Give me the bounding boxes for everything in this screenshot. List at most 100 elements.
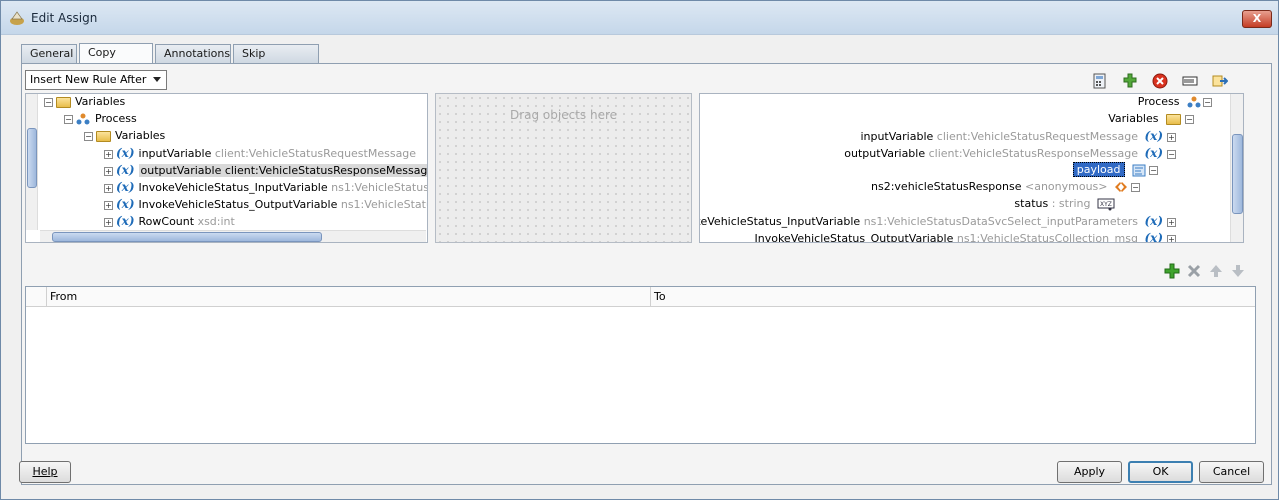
tree-node-label: Variables bbox=[115, 129, 166, 142]
source-horizontal-scroll-thumb[interactable] bbox=[52, 232, 322, 242]
expand-icon[interactable]: + bbox=[104, 183, 113, 193]
tree-node-type: ns1:VehicleStatusDataS bbox=[331, 181, 427, 194]
process-icon bbox=[76, 113, 90, 125]
tree-node-type: client:VehicleStatusRequestMessage bbox=[214, 147, 417, 160]
delete-icon[interactable] bbox=[1152, 73, 1168, 89]
expand-icon[interactable]: + bbox=[1167, 132, 1176, 142]
source-vertical-scrollbar[interactable] bbox=[26, 94, 38, 230]
tree-node-variables-root[interactable]: − Variables bbox=[44, 94, 125, 111]
svg-text:XYZ: XYZ bbox=[1100, 201, 1112, 208]
tree-node-invoke-input-variable[interactable]: + (x) InvokeVehicleStatus_InputVariable ns… bbox=[104, 179, 427, 196]
expression-builder-icon[interactable] bbox=[1092, 73, 1108, 89]
edit-assign-dialog: Edit Assign X General Copy Rules Annotat… bbox=[0, 0, 1279, 500]
tab-general[interactable]: General bbox=[21, 44, 77, 63]
message-part-icon bbox=[1132, 164, 1146, 176]
target-vertical-scrollbar[interactable] bbox=[1230, 94, 1243, 242]
collapse-icon[interactable]: − bbox=[44, 97, 53, 107]
close-button[interactable]: X bbox=[1242, 10, 1272, 28]
target-node-invoke-input-variable[interactable]: InvokeVehicleStatus_InputVariable ns1:Ve… bbox=[700, 213, 1179, 230]
source-variable-tree[interactable]: − Variables − Process − Variables + (x) input… bbox=[25, 93, 428, 243]
variable-icon: (x) bbox=[116, 197, 135, 211]
target-node-vehicle-status-response[interactable]: ns2:vehicleStatusResponse <anonymous> − bbox=[871, 179, 1143, 196]
insert-rule-dropdown[interactable]: Insert New Rule After bbox=[25, 70, 167, 90]
target-node-input-variable[interactable]: inputVariable client:VehicleStatusReques… bbox=[860, 128, 1179, 145]
tree-node-process[interactable]: − Process bbox=[64, 111, 137, 128]
tree-node-type: <anonymous> bbox=[1024, 180, 1108, 193]
collapse-icon[interactable]: − bbox=[64, 114, 73, 124]
expand-icon[interactable]: + bbox=[104, 149, 113, 159]
tree-node-label: status bbox=[1014, 197, 1049, 210]
collapse-icon[interactable]: − bbox=[84, 131, 93, 141]
source-vertical-scroll-thumb[interactable] bbox=[27, 128, 37, 188]
tab-annotations[interactable]: Annotations bbox=[155, 44, 231, 63]
target-node-invoke-output-variable[interactable]: InvokeVehicleStatus_OutputVariable ns1:V… bbox=[755, 230, 1180, 243]
tree-node-invoke-output-variable[interactable]: + (x) InvokeVehicleStatus_OutputVariable n… bbox=[104, 196, 427, 213]
ok-button[interactable]: OK bbox=[1128, 461, 1193, 483]
variable-icon: (x) bbox=[1144, 146, 1163, 160]
expand-icon[interactable]: + bbox=[1167, 234, 1176, 242]
collapse-icon[interactable]: − bbox=[1131, 182, 1140, 192]
map-icon[interactable] bbox=[1212, 73, 1228, 89]
tree-node-type: ns1:VehicleStatusColle bbox=[340, 198, 427, 211]
collapse-icon[interactable]: − bbox=[1185, 114, 1194, 124]
tree-node-type: : string bbox=[1051, 197, 1091, 210]
collapse-icon[interactable]: − bbox=[1167, 149, 1176, 159]
variable-icon: (x) bbox=[116, 214, 135, 228]
tree-node-label: Variables bbox=[75, 95, 126, 108]
delete-rule-icon[interactable] bbox=[1186, 263, 1202, 279]
expand-icon[interactable]: + bbox=[104, 200, 113, 210]
column-header-to[interactable]: To bbox=[650, 287, 1255, 306]
tree-node-type: ns1:VehicleStatusDataSvcSelect_inputPara… bbox=[863, 215, 1138, 228]
tree-node-rowcount[interactable]: + (x) RowCount xsd:int bbox=[104, 213, 235, 230]
move-down-icon[interactable] bbox=[1230, 263, 1246, 279]
tree-node-label-selected: payload bbox=[1072, 162, 1125, 177]
tree-node-label: inputVariable bbox=[860, 130, 934, 143]
tree-node-input-variable[interactable]: + (x) inputVariable client:VehicleStatusRe… bbox=[104, 145, 416, 162]
apply-button-label: Apply bbox=[1073, 465, 1106, 478]
tab-skip-condition[interactable]: Skip Condition bbox=[233, 44, 319, 78]
column-header-from[interactable]: From bbox=[46, 287, 650, 306]
expand-icon[interactable]: + bbox=[104, 217, 113, 227]
target-node-payload[interactable]: payload − bbox=[1072, 162, 1161, 179]
tab-copy-rules[interactable]: Copy Rules bbox=[79, 43, 153, 77]
help-button-label: Help bbox=[32, 465, 58, 478]
variable-icon: (x) bbox=[116, 163, 135, 177]
variable-icon: (x) bbox=[116, 180, 135, 194]
drag-drop-area[interactable]: Drag objects here bbox=[435, 93, 692, 243]
help-button[interactable]: Help bbox=[19, 461, 71, 483]
source-horizontal-scrollbar[interactable] bbox=[40, 230, 426, 242]
tree-node-label: RowCount bbox=[138, 215, 195, 228]
target-variable-tree[interactable]: Process − Variables − inputVariable clie… bbox=[699, 93, 1244, 243]
apply-button[interactable]: Apply bbox=[1057, 461, 1122, 483]
target-node-variables[interactable]: Variables − bbox=[1108, 111, 1197, 128]
variable-icon: (x) bbox=[1144, 231, 1163, 243]
target-node-process[interactable]: Process − bbox=[1138, 94, 1215, 111]
target-vertical-scroll-thumb[interactable] bbox=[1232, 134, 1243, 214]
variable-icon: (x) bbox=[116, 146, 135, 160]
tree-node-output-variable[interactable]: + (x) outputVariable client:VehicleStatusR… bbox=[104, 162, 427, 179]
tree-node-label: Process bbox=[95, 112, 137, 125]
folder-icon bbox=[1166, 113, 1181, 125]
element-icon bbox=[1115, 182, 1127, 192]
move-up-icon[interactable] bbox=[1208, 263, 1224, 279]
dialog-title: Edit Assign bbox=[31, 11, 98, 25]
target-node-output-variable[interactable]: outputVariable client:VehicleStatusRespo… bbox=[844, 145, 1179, 162]
literal-icon[interactable] bbox=[1182, 73, 1198, 89]
expand-icon[interactable]: + bbox=[1167, 217, 1176, 227]
cancel-button[interactable]: Cancel bbox=[1199, 461, 1264, 483]
tree-node-label: InvokeVehicleStatus_OutputVariable bbox=[138, 198, 338, 211]
folder-icon bbox=[96, 130, 111, 142]
process-icon bbox=[1187, 96, 1201, 108]
tree-node-variables[interactable]: − Variables bbox=[84, 128, 165, 145]
collapse-icon[interactable]: − bbox=[1203, 97, 1212, 107]
title-bar: Edit Assign X bbox=[1, 1, 1278, 35]
xml-fragment-icon[interactable] bbox=[1122, 73, 1138, 89]
target-node-status[interactable]: status : string XYZ bbox=[1014, 196, 1115, 213]
expand-icon[interactable]: + bbox=[104, 166, 113, 176]
add-rule-icon[interactable] bbox=[1164, 263, 1180, 279]
variable-icon: (x) bbox=[1144, 214, 1163, 228]
copy-rules-table[interactable]: From To bbox=[25, 286, 1256, 444]
xyz-string-type-icon: XYZ bbox=[1097, 198, 1115, 210]
tree-node-type: client:VehicleStatusRequestMessage bbox=[936, 130, 1138, 143]
collapse-icon[interactable]: − bbox=[1149, 165, 1158, 175]
